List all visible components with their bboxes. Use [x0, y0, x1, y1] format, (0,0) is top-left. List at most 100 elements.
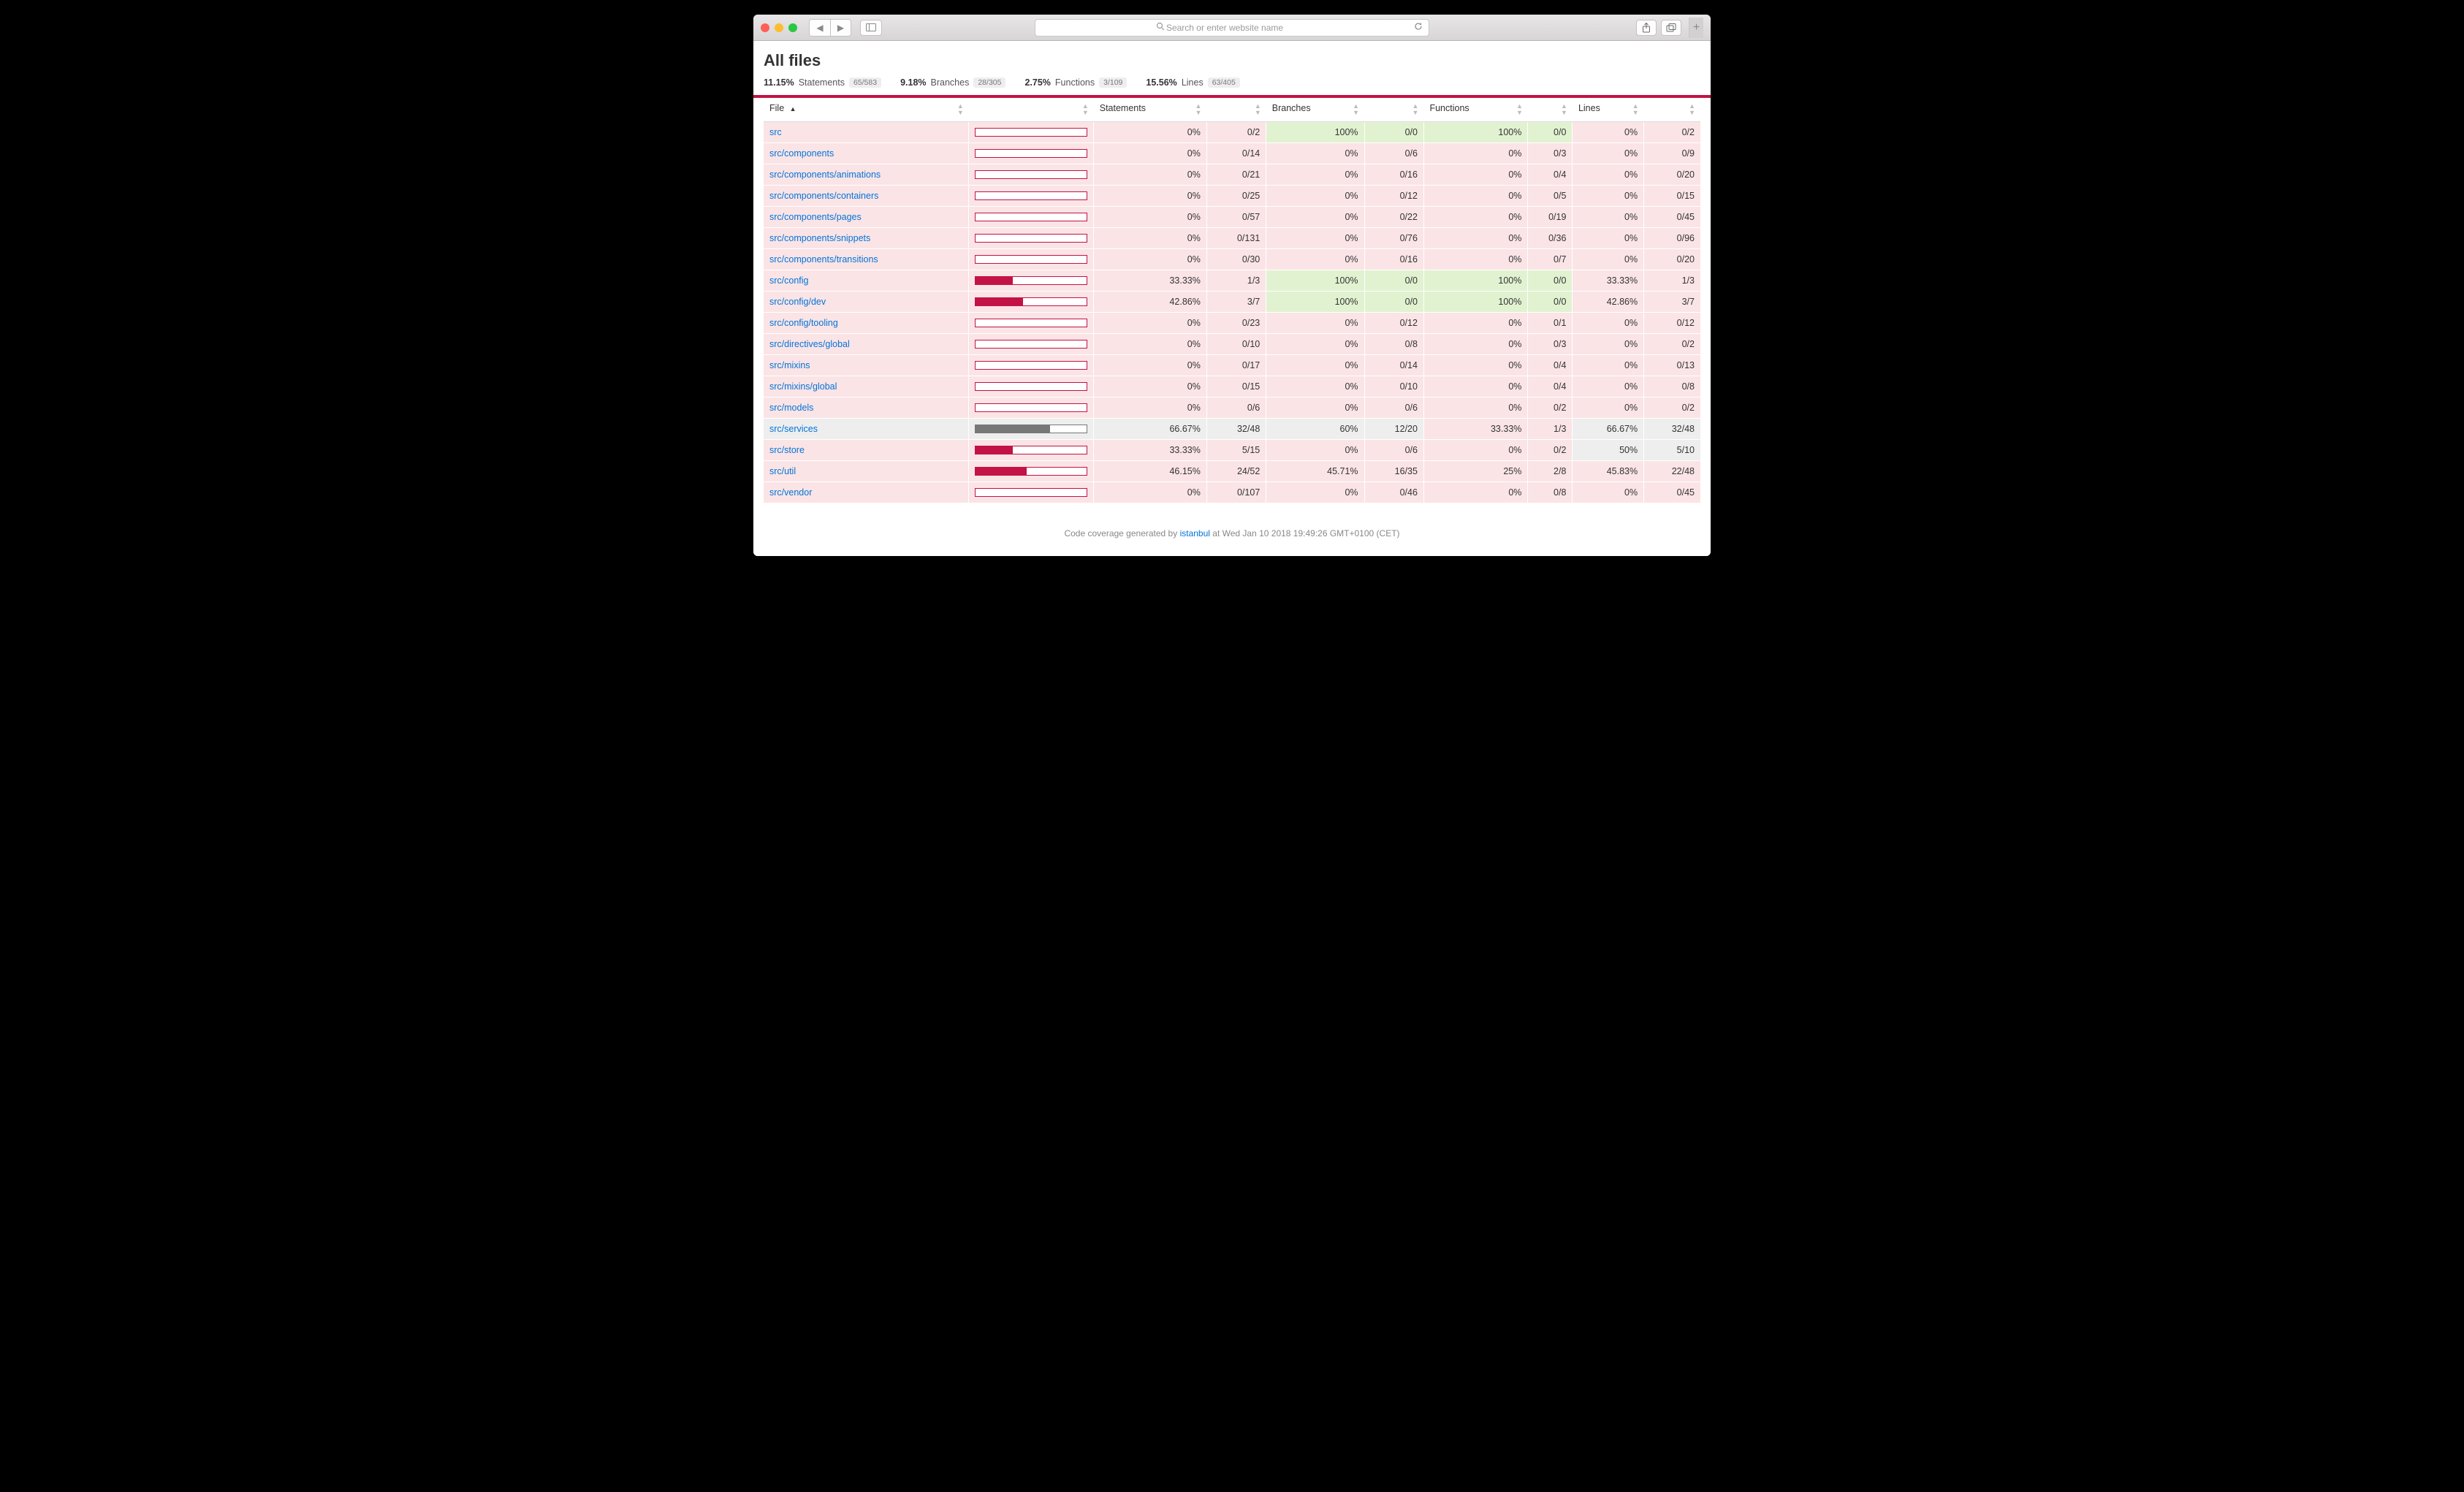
file-link[interactable]: src — [769, 127, 782, 137]
summary-pct: 15.56% — [1146, 77, 1176, 88]
cell-lines-pct: 0% — [1573, 122, 1644, 143]
file-link[interactable]: src/components/animations — [769, 170, 881, 180]
file-link[interactable]: src/components/pages — [769, 212, 862, 222]
cell-branches-frac: 0/12 — [1364, 186, 1423, 207]
sidebar-icon — [866, 23, 876, 31]
cell-statements-pct: 46.15% — [1094, 461, 1207, 482]
file-link[interactable]: src/components/snippets — [769, 233, 870, 243]
col-statements[interactable]: Statements▲▼ — [1094, 98, 1207, 122]
minimize-window-icon[interactable] — [775, 23, 783, 32]
back-button[interactable]: ◀ — [810, 20, 830, 36]
cell-functions-pct: 100% — [1423, 292, 1527, 313]
cell-lines-pct: 50% — [1573, 440, 1644, 461]
file-link[interactable]: src/config — [769, 275, 809, 286]
cell-file: src — [764, 122, 969, 143]
cell-statements-pct: 33.33% — [1094, 270, 1207, 292]
file-link[interactable]: src/components/containers — [769, 191, 878, 201]
col-functions-frac[interactable]: ▲▼ — [1528, 98, 1573, 122]
col-lines[interactable]: Lines▲▼ — [1573, 98, 1644, 122]
sort-icon: ▲▼ — [1632, 103, 1638, 116]
cell-bar — [969, 186, 1094, 207]
cell-bar — [969, 334, 1094, 355]
footer-link[interactable]: istanbul — [1180, 528, 1210, 538]
col-functions[interactable]: Functions▲▼ — [1423, 98, 1527, 122]
file-link[interactable]: src/components/transitions — [769, 254, 878, 264]
file-link[interactable]: src/services — [769, 424, 818, 434]
coverage-bar — [975, 425, 1087, 433]
file-link[interactable]: src/util — [769, 466, 796, 476]
cell-statements-frac: 32/48 — [1206, 419, 1266, 440]
sort-icon: ▲▼ — [1255, 103, 1260, 116]
coverage-bar — [975, 191, 1087, 200]
table-row: src/store33.33%5/150%0/60%0/250%5/10 — [764, 440, 1700, 461]
col-branches[interactable]: Branches▲▼ — [1266, 98, 1364, 122]
cell-functions-pct: 0% — [1423, 482, 1527, 503]
footer-prefix: Code coverage generated by — [1064, 528, 1179, 538]
col-branches-frac[interactable]: ▲▼ — [1364, 98, 1423, 122]
cell-lines-pct: 0% — [1573, 249, 1644, 270]
file-link[interactable]: src/directives/global — [769, 339, 850, 349]
share-icon — [1642, 23, 1651, 33]
cell-functions-pct: 0% — [1423, 249, 1527, 270]
cell-statements-frac: 0/10 — [1206, 334, 1266, 355]
url-placeholder: Search or enter website name — [1035, 23, 1414, 33]
cell-functions-frac: 0/1 — [1528, 313, 1573, 334]
sort-icon: ▲▼ — [1353, 103, 1358, 116]
chevron-left-icon: ◀ — [816, 23, 823, 33]
col-file[interactable]: File ▲ ▲▼ — [764, 98, 969, 122]
cell-file: src/components/transitions — [764, 249, 969, 270]
new-tab-button[interactable]: + — [1689, 18, 1703, 38]
file-link[interactable]: src/store — [769, 445, 805, 455]
cell-branches-pct: 60% — [1266, 419, 1364, 440]
cell-lines-frac: 22/48 — [1644, 461, 1700, 482]
cell-statements-pct: 0% — [1094, 186, 1207, 207]
cell-functions-pct: 0% — [1423, 143, 1527, 164]
tabs-button[interactable] — [1661, 20, 1681, 36]
cell-file: src/store — [764, 440, 969, 461]
show-sidebar-button[interactable] — [860, 20, 882, 36]
cell-lines-pct: 0% — [1573, 376, 1644, 397]
share-button[interactable] — [1636, 20, 1657, 36]
reload-icon[interactable] — [1414, 22, 1423, 33]
file-link[interactable]: src/mixins — [769, 360, 810, 370]
cell-lines-frac: 0/8 — [1644, 376, 1700, 397]
cell-file: src/config — [764, 270, 969, 292]
coverage-summary: 11.15%Statements65/5839.18%Branches28/30… — [764, 77, 1700, 88]
forward-button[interactable]: ▶ — [830, 20, 851, 36]
cell-lines-pct: 45.83% — [1573, 461, 1644, 482]
cell-statements-frac: 0/131 — [1206, 228, 1266, 249]
cell-functions-pct: 0% — [1423, 355, 1527, 376]
cell-functions-frac: 0/2 — [1528, 440, 1573, 461]
table-row: src/config/dev42.86%3/7100%0/0100%0/042.… — [764, 292, 1700, 313]
table-row: src/mixins/global0%0/150%0/100%0/40%0/8 — [764, 376, 1700, 397]
cell-functions-pct: 0% — [1423, 440, 1527, 461]
col-lines-frac[interactable]: ▲▼ — [1644, 98, 1700, 122]
table-row: src/models0%0/60%0/60%0/20%0/2 — [764, 397, 1700, 419]
close-window-icon[interactable] — [761, 23, 769, 32]
table-row: src/components/snippets0%0/1310%0/760%0/… — [764, 228, 1700, 249]
page-title: All files — [764, 51, 1700, 70]
cell-bar — [969, 292, 1094, 313]
cell-bar — [969, 313, 1094, 334]
cell-lines-pct: 0% — [1573, 207, 1644, 228]
file-link[interactable]: src/vendor — [769, 487, 812, 498]
cell-file: src/directives/global — [764, 334, 969, 355]
cell-lines-frac: 5/10 — [1644, 440, 1700, 461]
col-file-label: File — [769, 103, 784, 113]
file-link[interactable]: src/components — [769, 148, 834, 159]
col-bar[interactable]: ▲▼ — [969, 98, 1094, 122]
cell-statements-pct: 0% — [1094, 143, 1207, 164]
coverage-bar-fill — [976, 277, 1013, 284]
url-bar[interactable]: Search or enter website name — [1035, 19, 1429, 37]
zoom-window-icon[interactable] — [788, 23, 797, 32]
cell-lines-frac: 0/2 — [1644, 397, 1700, 419]
file-link[interactable]: src/config/dev — [769, 297, 826, 307]
cell-branches-pct: 0% — [1266, 164, 1364, 186]
col-statements-frac[interactable]: ▲▼ — [1206, 98, 1266, 122]
file-link[interactable]: src/mixins/global — [769, 381, 837, 392]
file-link[interactable]: src/config/tooling — [769, 318, 838, 328]
cell-bar — [969, 397, 1094, 419]
cell-statements-frac: 3/7 — [1206, 292, 1266, 313]
file-link[interactable]: src/models — [769, 403, 813, 413]
coverage-page: All files 11.15%Statements65/5839.18%Bra… — [753, 41, 1711, 556]
